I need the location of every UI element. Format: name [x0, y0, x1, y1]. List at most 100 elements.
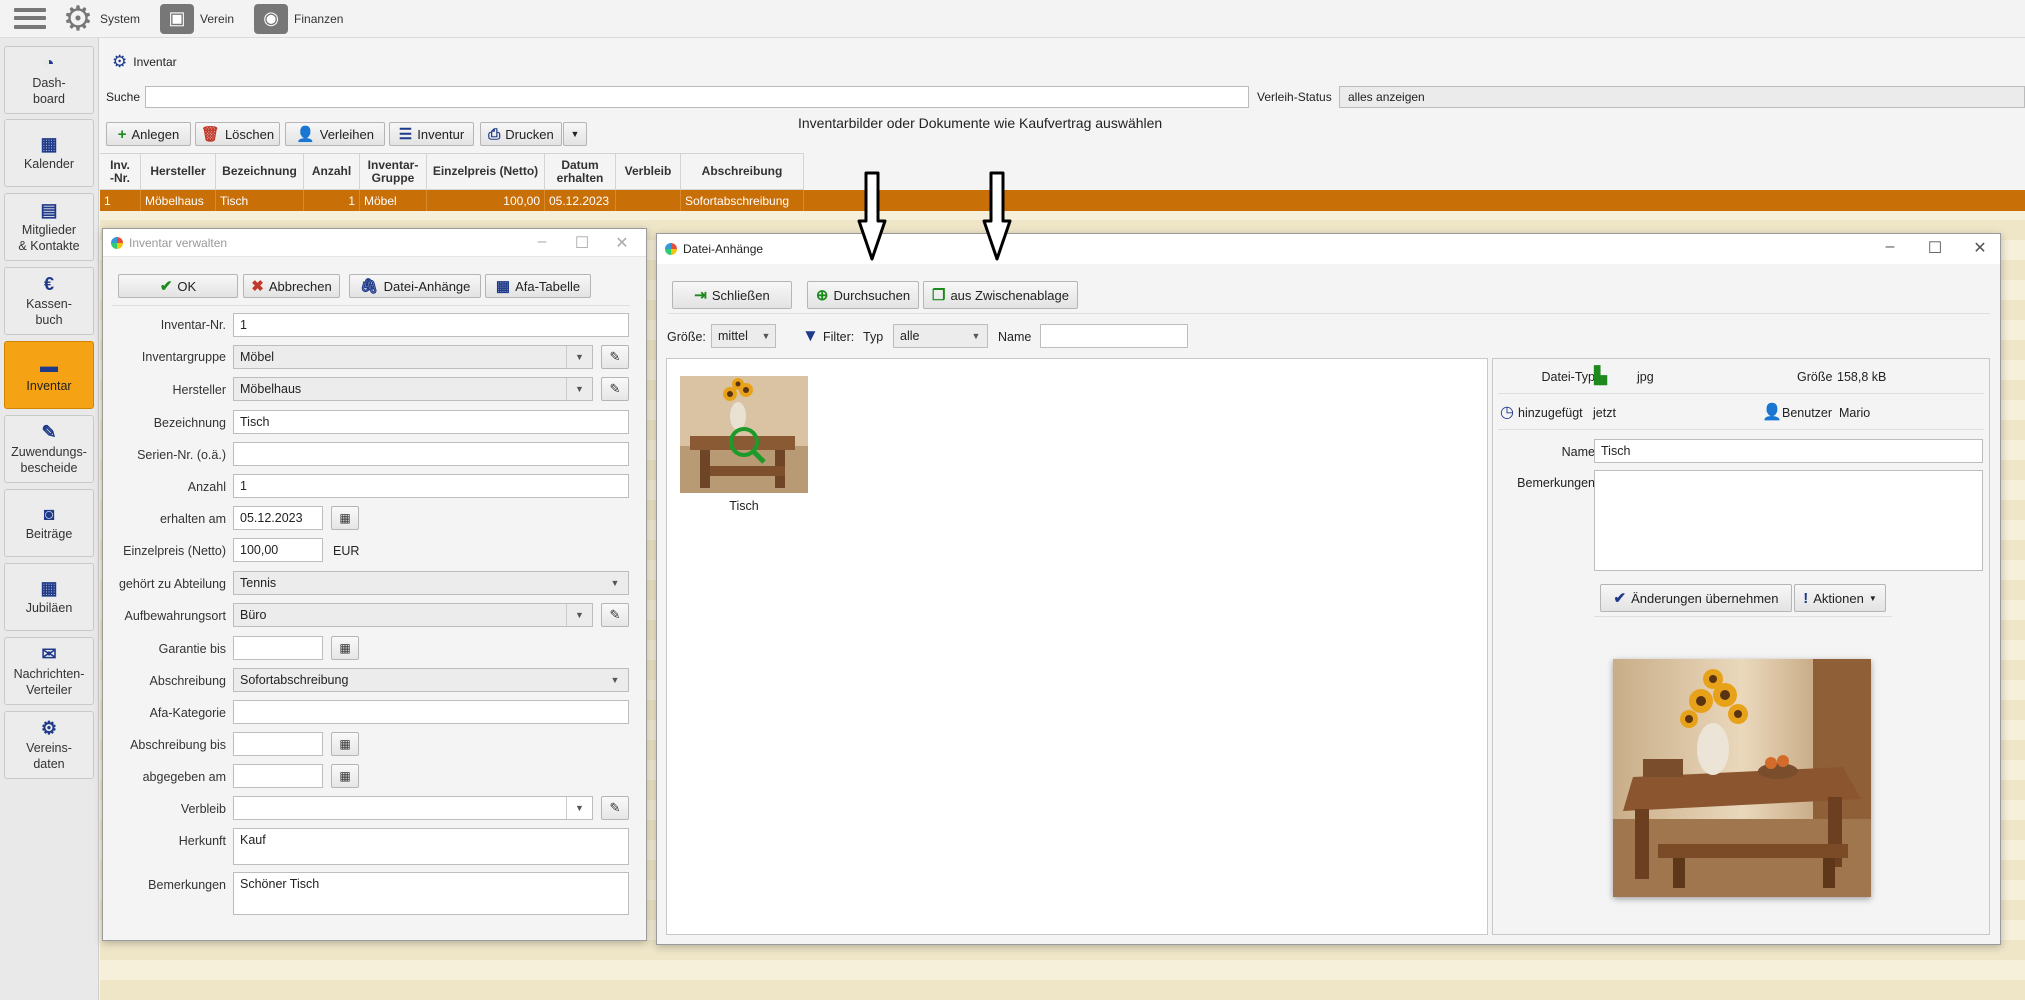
- column-header[interactable]: Verbleib: [616, 154, 681, 189]
- received-date-field[interactable]: 05.12.2023: [233, 506, 323, 530]
- handed-over-label: abgegeben am: [142, 770, 226, 784]
- table-icon: ▦: [495, 278, 511, 295]
- maximize-icon[interactable]: ☐: [562, 233, 602, 253]
- name-field[interactable]: Tisch: [233, 410, 629, 434]
- maker-select[interactable]: Möbelhaus ▼: [233, 377, 593, 401]
- search-input[interactable]: [145, 86, 1249, 108]
- calendar-icon: ▦: [339, 769, 351, 783]
- table-cell: [616, 190, 681, 211]
- edit-maker-button[interactable]: ✎: [601, 377, 629, 401]
- origin-label: Herkunft: [178, 834, 226, 848]
- warranty-date-picker[interactable]: ▦: [331, 636, 359, 660]
- warranty-date-field[interactable]: [233, 636, 323, 660]
- column-header[interactable]: Hersteller: [141, 154, 216, 189]
- size-select[interactable]: mittel ▼: [711, 324, 776, 348]
- close-button[interactable]: ⇥ Schließen: [672, 281, 792, 309]
- type-label: Typ: [863, 330, 884, 344]
- ok-button[interactable]: ✔ OK: [118, 274, 238, 298]
- price-field[interactable]: 100,00: [233, 538, 323, 562]
- table-row[interactable]: 1 Möbelhaus Tisch 1 Möbel 100,00 05.12.2…: [100, 190, 2025, 211]
- hamburger-menu-icon[interactable]: [14, 4, 46, 34]
- delete-button[interactable]: 🗑 Löschen: [195, 122, 280, 146]
- depreciation-until-field[interactable]: [233, 732, 323, 756]
- thumbnail-image[interactable]: [680, 376, 808, 493]
- print-dropdown-button[interactable]: ▼: [563, 122, 587, 146]
- actions-dropdown-button[interactable]: ! Aktionen ▼: [1794, 584, 1886, 612]
- remarks-field[interactable]: Schöner Tisch: [233, 872, 629, 915]
- user-icon: 👤: [1762, 404, 1782, 421]
- handed-over-picker[interactable]: ▦: [331, 764, 359, 788]
- edit-whereabouts-button[interactable]: ✎: [601, 796, 629, 820]
- depreciation-select[interactable]: Sofortabschreibung ▼: [233, 668, 629, 692]
- edit-group-button[interactable]: ✎: [601, 345, 629, 369]
- box-icon: ▬: [40, 356, 58, 376]
- type-select[interactable]: alle ▼: [893, 324, 988, 348]
- origin-field[interactable]: Kauf: [233, 828, 629, 865]
- column-header[interactable]: Einzelpreis (Netto): [427, 154, 545, 189]
- menu-finanzen[interactable]: ◉ Finanzen: [254, 3, 343, 34]
- column-header[interactable]: Bezeichnung: [216, 154, 304, 189]
- column-header[interactable]: Inventar- Gruppe: [360, 154, 427, 189]
- sidebar-item-mitglieder[interactable]: ▤ Mitglieder & Kontakte: [4, 193, 94, 261]
- tab-inventar[interactable]: ⚙ Inventar: [112, 52, 177, 72]
- minimize-icon[interactable]: –: [522, 233, 562, 251]
- column-header[interactable]: Anzahl: [304, 154, 360, 189]
- table-cell: Tisch: [216, 190, 304, 211]
- close-icon[interactable]: ✕: [602, 233, 642, 253]
- department-select[interactable]: Tennis ▼: [233, 571, 629, 595]
- depreciation-select-value: Sofortabschreibung: [240, 673, 349, 687]
- afa-category-field[interactable]: [233, 700, 629, 724]
- sidebar-item-dashboard[interactable]: ◔ Dash- board: [4, 46, 94, 114]
- arrow-down-icon: [857, 171, 887, 261]
- inv-nr-field[interactable]: 1: [233, 313, 629, 337]
- print-button[interactable]: ⎙ Drucken: [480, 122, 562, 146]
- attachment-remarks-field[interactable]: [1594, 470, 1983, 571]
- hint-text: Inventarbilder oder Dokumente wie Kaufve…: [798, 115, 1163, 131]
- serial-field[interactable]: [233, 442, 629, 466]
- sidebar-item-label: Mitglieder & Kontakte: [18, 223, 80, 253]
- status-select[interactable]: alles anzeigen: [1339, 86, 2025, 108]
- chevron-down-icon: ▼: [566, 797, 592, 819]
- name-filter-input[interactable]: [1040, 324, 1188, 348]
- column-header[interactable]: Datum erhalten: [545, 154, 616, 189]
- lend-button[interactable]: 👤 Verleihen: [285, 122, 385, 146]
- menu-verein[interactable]: ▣ Verein: [160, 3, 234, 34]
- chevron-down-icon: ▼: [761, 331, 771, 341]
- chevron-down-icon: ▼: [610, 675, 620, 685]
- attachments-button[interactable]: 🖇 Datei-Anhänge: [349, 274, 481, 298]
- user-value: Mario: [1839, 406, 1871, 420]
- department-select-value: Tennis: [240, 576, 277, 590]
- dialog-title: Inventar verwalten: [129, 235, 228, 250]
- inv-nr-label: Inventar-Nr.: [160, 318, 226, 332]
- close-button-label: Schließen: [711, 287, 770, 303]
- edit-storage-button[interactable]: ✎: [601, 603, 629, 627]
- minimize-icon[interactable]: –: [1870, 238, 1910, 256]
- chevron-down-icon: ▼: [566, 378, 592, 400]
- afa-table-button[interactable]: ▦ Afa-Tabelle: [485, 274, 591, 298]
- paste-clipboard-button[interactable]: ❐ aus Zwischenablage: [923, 281, 1078, 309]
- apply-changes-button[interactable]: ✔ Änderungen übernehmen: [1600, 584, 1792, 612]
- cancel-button[interactable]: ✖ Abbrechen: [243, 274, 340, 298]
- group-select[interactable]: Möbel ▼: [233, 345, 593, 369]
- count-field[interactable]: 1: [233, 474, 629, 498]
- create-button[interactable]: + Anlegen: [106, 122, 191, 146]
- maximize-icon[interactable]: ☐: [1915, 238, 1955, 258]
- attachment-name-field[interactable]: Tisch: [1594, 439, 1983, 463]
- inventory-button[interactable]: ☰ Inventur: [389, 122, 474, 146]
- column-header[interactable]: Abschreibung: [681, 154, 804, 189]
- column-header[interactable]: Inv. -Nr.: [100, 154, 141, 189]
- whereabouts-select[interactable]: ▼: [233, 796, 593, 820]
- browse-button[interactable]: ⊕ Durchsuchen: [807, 281, 919, 309]
- sidebar-item-label: Inventar: [26, 379, 72, 393]
- received-date-picker[interactable]: ▦: [331, 506, 359, 530]
- price-label: Einzelpreis (Netto): [123, 544, 226, 558]
- menu-system[interactable]: ⚙ System: [62, 0, 140, 38]
- currency-label: EUR: [333, 544, 360, 558]
- depreciation-until-picker[interactable]: ▦: [331, 732, 359, 756]
- close-icon[interactable]: ✕: [1960, 238, 2000, 258]
- sidebar-item-kalender[interactable]: ▦ Kalender: [4, 119, 94, 187]
- storage-select[interactable]: Büro ▼: [233, 603, 593, 627]
- status-label: Verleih-Status: [1257, 90, 1332, 104]
- handed-over-field[interactable]: [233, 764, 323, 788]
- table-cell: Möbel: [360, 190, 427, 211]
